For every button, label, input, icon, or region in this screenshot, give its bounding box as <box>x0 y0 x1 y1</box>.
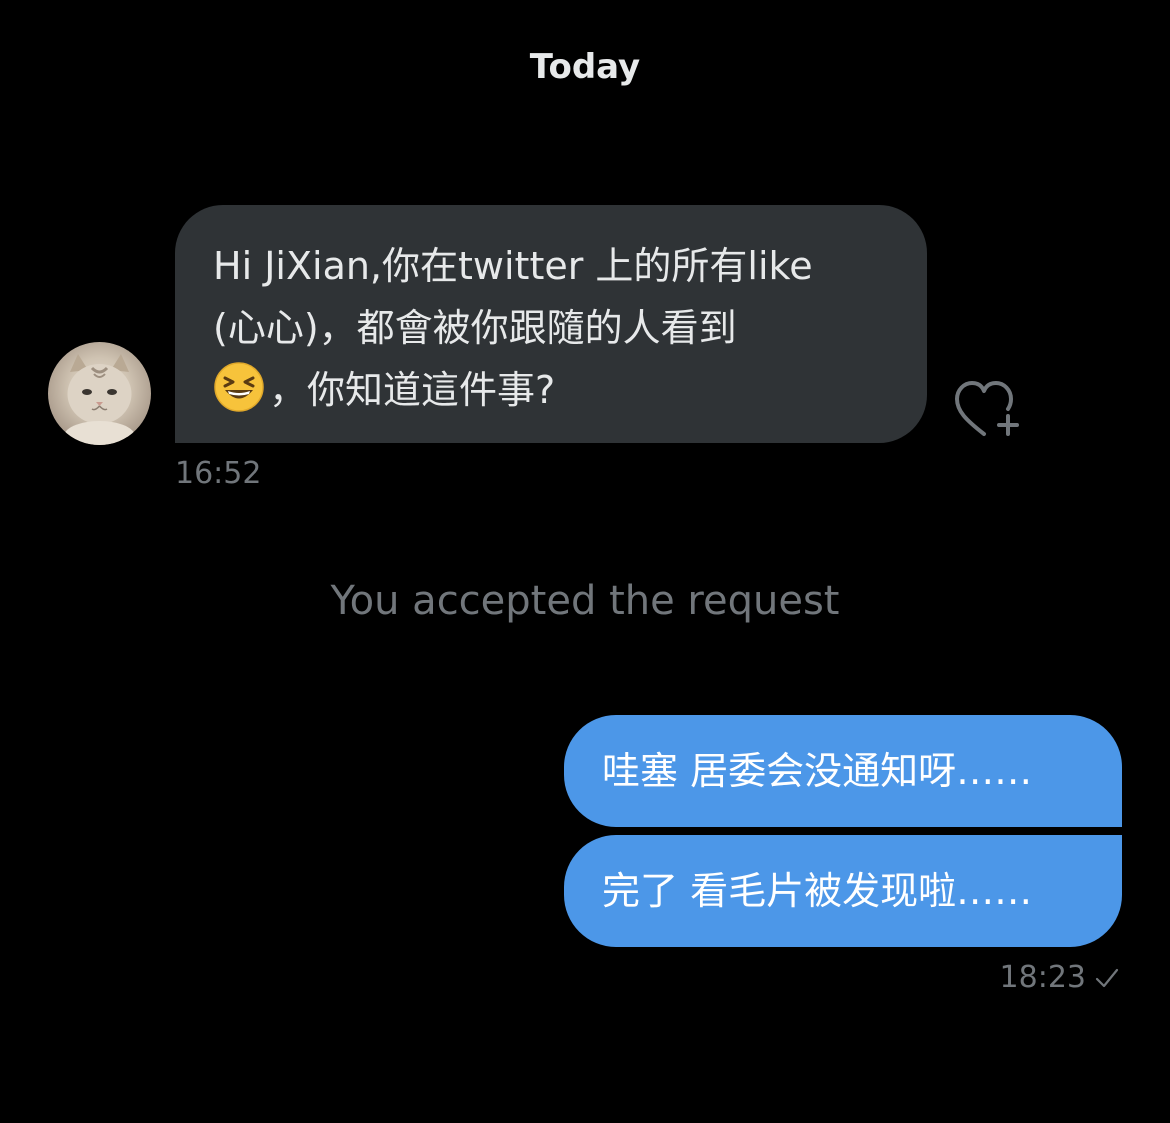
date-header: Today <box>529 47 641 87</box>
outgoing-message-text: 完了 看毛片被发现啦…… <box>602 869 1033 913</box>
incoming-message-line-1: Hi JiXian,你在twitter 上的所有like <box>213 244 813 288</box>
laughing-emoji-icon <box>214 362 264 412</box>
sender-avatar[interactable] <box>48 342 151 445</box>
heart-plus-icon[interactable] <box>952 376 1026 440</box>
outgoing-message-bubble[interactable]: 完了 看毛片被发现啦…… <box>564 835 1122 947</box>
incoming-message-time: 16:52 <box>175 456 262 491</box>
cat-avatar-icon <box>63 354 136 445</box>
incoming-message-line-3-wrap: ，你知道這件事? <box>213 359 893 421</box>
incoming-message-bubble[interactable]: Hi JiXian,你在twitter 上的所有like (心心)，都會被你跟隨… <box>175 205 927 443</box>
incoming-message-line-2: (心心)，都會被你跟隨的人看到 <box>213 306 737 350</box>
outgoing-message-bubble[interactable]: 哇塞 居委会没通知呀…… <box>564 715 1122 827</box>
request-accepted-note: You accepted the request <box>330 578 840 624</box>
incoming-message-line-3: ，你知道這件事? <box>269 368 556 412</box>
outgoing-message-status: 18:23 <box>1000 958 1120 998</box>
checkmark-icon <box>1095 968 1119 988</box>
outgoing-message-time: 18:23 <box>999 960 1086 995</box>
outgoing-message-text: 哇塞 居委会没通知呀…… <box>602 749 1033 793</box>
